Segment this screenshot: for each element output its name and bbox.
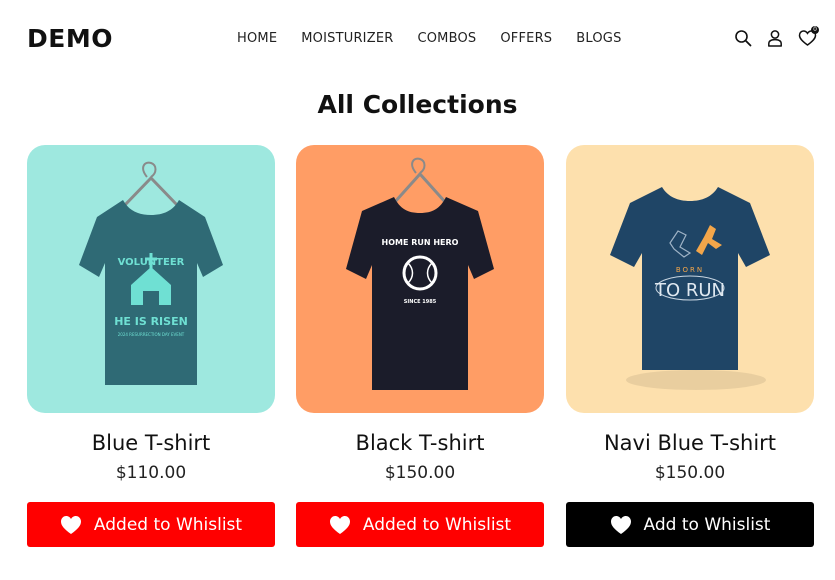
site-logo[interactable]: DEMO bbox=[27, 24, 113, 53]
product-image[interactable]: VOLUNTEER HE IS RISEN 2024 RESURRECTION … bbox=[27, 145, 275, 413]
site-header: DEMO HOME MOISTURIZER COMBOS OFFERS BLOG… bbox=[0, 0, 835, 78]
main-nav: HOME MOISTURIZER COMBOS OFFERS BLOGS bbox=[237, 31, 646, 46]
wishlist-button-label: Added to Whislist bbox=[93, 514, 243, 535]
search-icon[interactable] bbox=[733, 28, 753, 48]
product-image[interactable]: HOME RUN HERO SINCE 1985 bbox=[296, 145, 544, 413]
svg-text:2024 RESURRECTION DAY EVENT: 2024 RESURRECTION DAY EVENT bbox=[118, 332, 185, 337]
heart-icon bbox=[60, 515, 82, 535]
nav-blogs[interactable]: BLOGS bbox=[576, 31, 621, 46]
svg-text:HOME RUN HERO: HOME RUN HERO bbox=[382, 238, 459, 247]
wishlist-button[interactable]: Added to Whislist bbox=[27, 502, 275, 547]
product-name[interactable]: Black T-shirt bbox=[296, 431, 544, 455]
product-card: BORN TO RUN Navi Blue T-shirt $150.00 Ad… bbox=[566, 145, 814, 547]
svg-text:HE IS RISEN: HE IS RISEN bbox=[114, 315, 188, 328]
user-icon[interactable] bbox=[765, 28, 785, 48]
nav-offers[interactable]: OFFERS bbox=[500, 31, 552, 46]
product-card: HOME RUN HERO SINCE 1985 Black T-shirt $… bbox=[296, 145, 544, 547]
product-price: $150.00 bbox=[654, 463, 726, 483]
svg-text:SINCE 1985: SINCE 1985 bbox=[404, 299, 437, 305]
heart-icon bbox=[329, 515, 351, 535]
svg-text:BORN: BORN bbox=[676, 266, 704, 274]
wishlist-button[interactable]: Add to Whislist bbox=[566, 502, 814, 547]
wishlist-button-label: Added to Whislist bbox=[362, 514, 512, 535]
wishlist-count-badge: 0 bbox=[811, 26, 819, 34]
product-name[interactable]: Blue T-shirt bbox=[27, 431, 275, 455]
wishlist-heart-icon[interactable]: 0 bbox=[797, 26, 819, 48]
nav-moisturizer[interactable]: MOISTURIZER bbox=[301, 31, 393, 46]
heart-icon bbox=[610, 515, 632, 535]
product-card: VOLUNTEER HE IS RISEN 2024 RESURRECTION … bbox=[27, 145, 275, 547]
wishlist-button[interactable]: Added to Whislist bbox=[296, 502, 544, 547]
page-title: All Collections bbox=[317, 90, 518, 119]
wishlist-button-label: Add to Whislist bbox=[643, 514, 771, 535]
nav-home[interactable]: HOME bbox=[237, 31, 277, 46]
shirt-print-text: TO RUN bbox=[654, 280, 725, 301]
product-image[interactable]: BORN TO RUN bbox=[566, 145, 814, 413]
product-name[interactable]: Navi Blue T-shirt bbox=[566, 431, 814, 455]
product-price: $150.00 bbox=[384, 463, 456, 483]
header-icons: 0 bbox=[733, 26, 819, 48]
nav-combos[interactable]: COMBOS bbox=[417, 31, 476, 46]
product-price: $110.00 bbox=[115, 463, 187, 483]
